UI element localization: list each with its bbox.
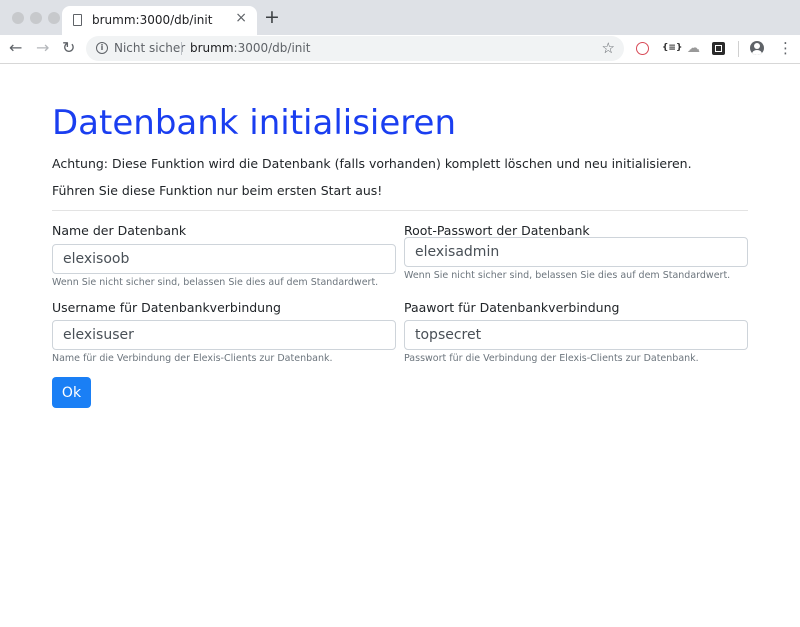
browser-toolbar: ← → ↻ i Nicht sicher brumm:3000/db/init … <box>0 35 800 64</box>
password-help: Passwort für die Verbindung der Elexis-C… <box>404 353 699 364</box>
back-icon[interactable]: ← <box>9 38 22 58</box>
reload-icon[interactable]: ↻ <box>62 38 75 58</box>
password-label: Paawort für Datenbankverbindung <box>404 300 620 315</box>
forward-icon[interactable]: → <box>36 38 49 58</box>
tab-strip: brumm:3000/db/init × + <box>0 0 800 35</box>
window-zoom-dot[interactable] <box>48 12 60 24</box>
security-label[interactable]: Nicht sicher <box>114 41 185 55</box>
new-tab-button[interactable]: + <box>264 7 280 27</box>
profile-avatar-icon[interactable] <box>750 41 764 55</box>
root-password-input[interactable] <box>404 237 748 267</box>
divider <box>52 210 748 211</box>
note-text: Führen Sie diese Funktion nur beim erste… <box>52 183 383 198</box>
db-name-input[interactable] <box>52 244 396 274</box>
menu-icon[interactable]: ⋮ <box>778 39 793 57</box>
address-bar[interactable]: i Nicht sicher brumm:3000/db/init ☆ <box>86 36 624 61</box>
warning-text: Achtung: Diese Funktion wird die Datenba… <box>52 156 692 171</box>
username-input[interactable] <box>52 320 396 350</box>
page-icon <box>73 14 82 26</box>
db-name-label: Name der Datenbank <box>52 223 187 238</box>
window-close-dot[interactable] <box>12 12 24 24</box>
extension-cloud-icon[interactable]: ☁ <box>687 42 700 55</box>
page-title: Datenbank initialisieren <box>52 103 456 143</box>
browser-tab[interactable]: brumm:3000/db/init × <box>62 6 257 35</box>
bookmark-star-icon[interactable]: ☆ <box>602 39 615 57</box>
db-name-help: Wenn Sie nicht sicher sind, belassen Sie… <box>52 277 379 288</box>
ok-button[interactable]: Ok <box>52 377 91 408</box>
extension-json-icon[interactable]: {≡} <box>662 42 682 55</box>
window-minimize-dot[interactable] <box>30 12 42 24</box>
address-separator <box>181 42 182 55</box>
url-host: brumm <box>190 41 234 55</box>
username-label: Username für Datenbankverbindung <box>52 300 281 315</box>
username-help: Name für die Verbindung der Elexis-Clien… <box>52 353 333 364</box>
root-password-label: Root-Passwort der Datenbank <box>404 223 590 238</box>
url-path: :3000/db/init <box>233 41 311 55</box>
extension-red-icon[interactable] <box>636 42 649 55</box>
tab-title: brumm:3000/db/init <box>92 13 213 27</box>
extension-screenshot-icon[interactable] <box>712 42 725 55</box>
info-icon[interactable]: i <box>96 42 108 54</box>
password-input[interactable] <box>404 320 748 350</box>
url-text[interactable]: brumm:3000/db/init <box>190 41 310 55</box>
toolbar-separator <box>738 41 739 57</box>
close-icon[interactable]: × <box>235 10 247 26</box>
root-password-help: Wenn Sie nicht sicher sind, belassen Sie… <box>404 270 731 281</box>
